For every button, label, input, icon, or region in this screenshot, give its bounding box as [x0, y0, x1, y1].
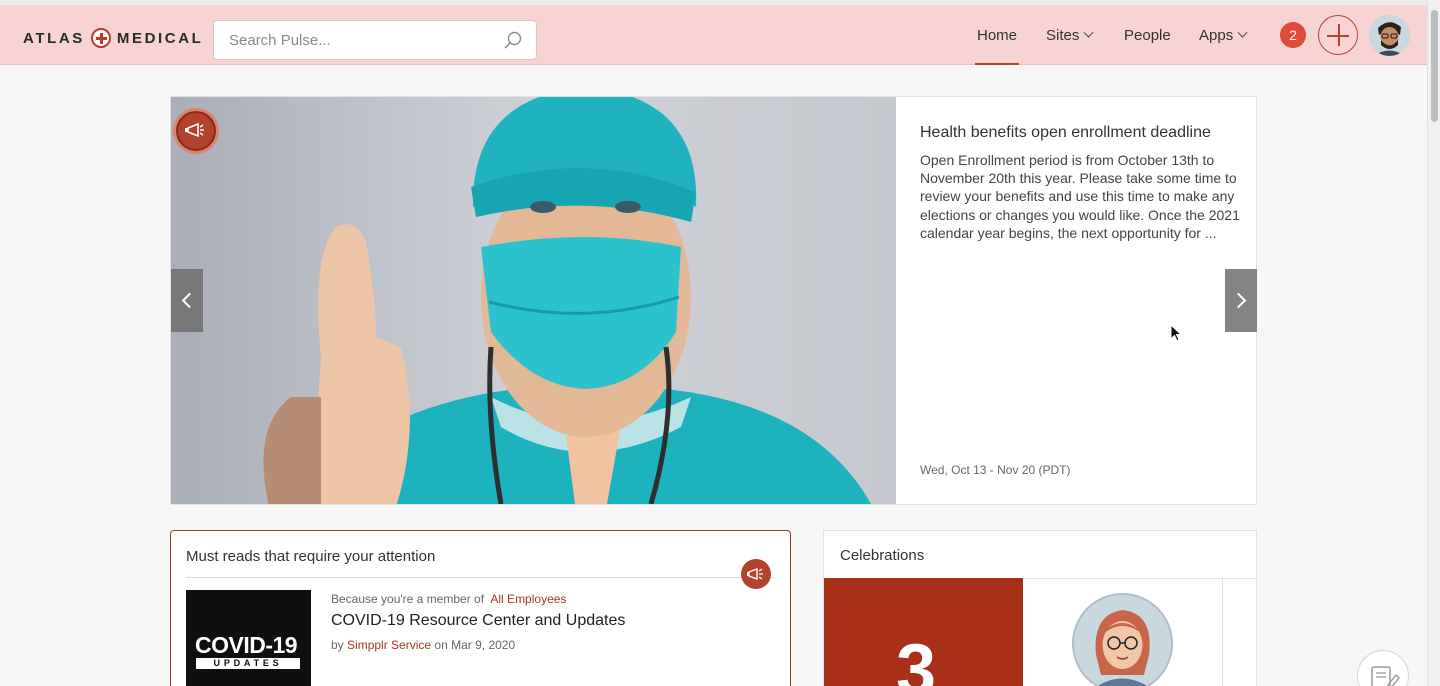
must-reads-title: Must reads that require your attention — [186, 548, 436, 565]
nav-apps-label: Apps — [1199, 26, 1234, 44]
nav-home-label: Home — [976, 26, 1017, 44]
must-read-membership: Because you're a member of All Employees — [331, 592, 566, 606]
must-read-headline[interactable]: COVID-19 Resource Center and Updates — [331, 612, 625, 630]
megaphone-icon — [741, 559, 771, 589]
chevron-left-icon[interactable] — [171, 269, 203, 332]
surgeon-photo — [171, 97, 896, 504]
chevron-right-icon[interactable] — [1225, 269, 1257, 332]
scrollbar-thumb[interactable] — [1431, 10, 1438, 122]
anniversary-number: 3 — [896, 630, 937, 686]
thumbnail-subtitle: UPDATES — [196, 658, 300, 669]
hero-image[interactable] — [171, 97, 896, 504]
cursor-icon — [1170, 324, 1182, 342]
celebration-person-card[interactable] — [1023, 578, 1223, 686]
hero-body: Open Enrollment period is from October 1… — [920, 152, 1240, 241]
nav-sites[interactable]: Sites — [1046, 5, 1094, 65]
compose-icon[interactable] — [1357, 650, 1409, 686]
person-avatar-illustration — [1074, 595, 1171, 686]
date-prefix: on — [434, 638, 448, 652]
thumbnail-title: COVID-19 — [195, 632, 298, 658]
covid-updates-thumbnail[interactable]: COVID-19 UPDATES — [186, 590, 311, 686]
nav-people-label: People — [1124, 26, 1171, 44]
byline-prefix: by — [331, 638, 344, 652]
celebrations-card: Celebrations 3 — [823, 530, 1257, 686]
notification-badge[interactable]: 2 — [1280, 22, 1306, 48]
avatar[interactable] — [1072, 593, 1173, 686]
atlas-medical-logo[interactable]: ATLAS MEDICAL — [23, 27, 203, 49]
celebration-anniversary-card[interactable]: 3 — [824, 578, 1023, 686]
chevron-down-icon — [1083, 27, 1094, 38]
plus-icon[interactable] — [1318, 15, 1358, 55]
avatar[interactable] — [1369, 15, 1410, 56]
hero-date: Wed, Oct 13 - Nov 20 (PDT) — [920, 463, 1071, 477]
nav-sites-label: Sites — [1046, 26, 1080, 44]
celebrations-title: Celebrations — [840, 547, 925, 564]
must-reads-card: Must reads that require your attention C… — [170, 530, 791, 686]
must-read-byline: by Simpplr Service on Mar 9, 2020 — [331, 638, 515, 652]
divider — [186, 577, 774, 578]
search-input[interactable] — [229, 21, 499, 59]
logo-text-medical: MEDICAL — [116, 29, 204, 47]
nav-people[interactable]: People — [1124, 5, 1171, 65]
membership-prefix: Because you're a member of — [331, 592, 485, 606]
publish-date: Mar 9, 2020 — [451, 638, 516, 652]
nav-home[interactable]: Home — [975, 5, 1019, 65]
search-icon[interactable] — [504, 31, 522, 49]
all-employees-link[interactable]: All Employees — [490, 592, 566, 606]
author-link[interactable]: Simpplr Service — [347, 638, 431, 652]
featured-carousel: Health benefits open enrollment deadline… — [170, 96, 1257, 505]
hero-title[interactable]: Health benefits open enrollment deadline — [920, 122, 1240, 143]
nav-apps[interactable]: Apps — [1199, 5, 1248, 65]
hero-text: Health benefits open enrollment deadline… — [920, 122, 1240, 242]
logo-text-atlas: ATLAS — [23, 29, 85, 47]
user-avatar-illustration — [1369, 15, 1410, 56]
megaphone-icon — [173, 108, 219, 154]
search-box[interactable] — [213, 20, 537, 60]
medical-cross-icon — [90, 28, 111, 48]
page-scrollbar[interactable] — [1427, 0, 1440, 686]
chevron-down-icon — [1237, 27, 1248, 38]
